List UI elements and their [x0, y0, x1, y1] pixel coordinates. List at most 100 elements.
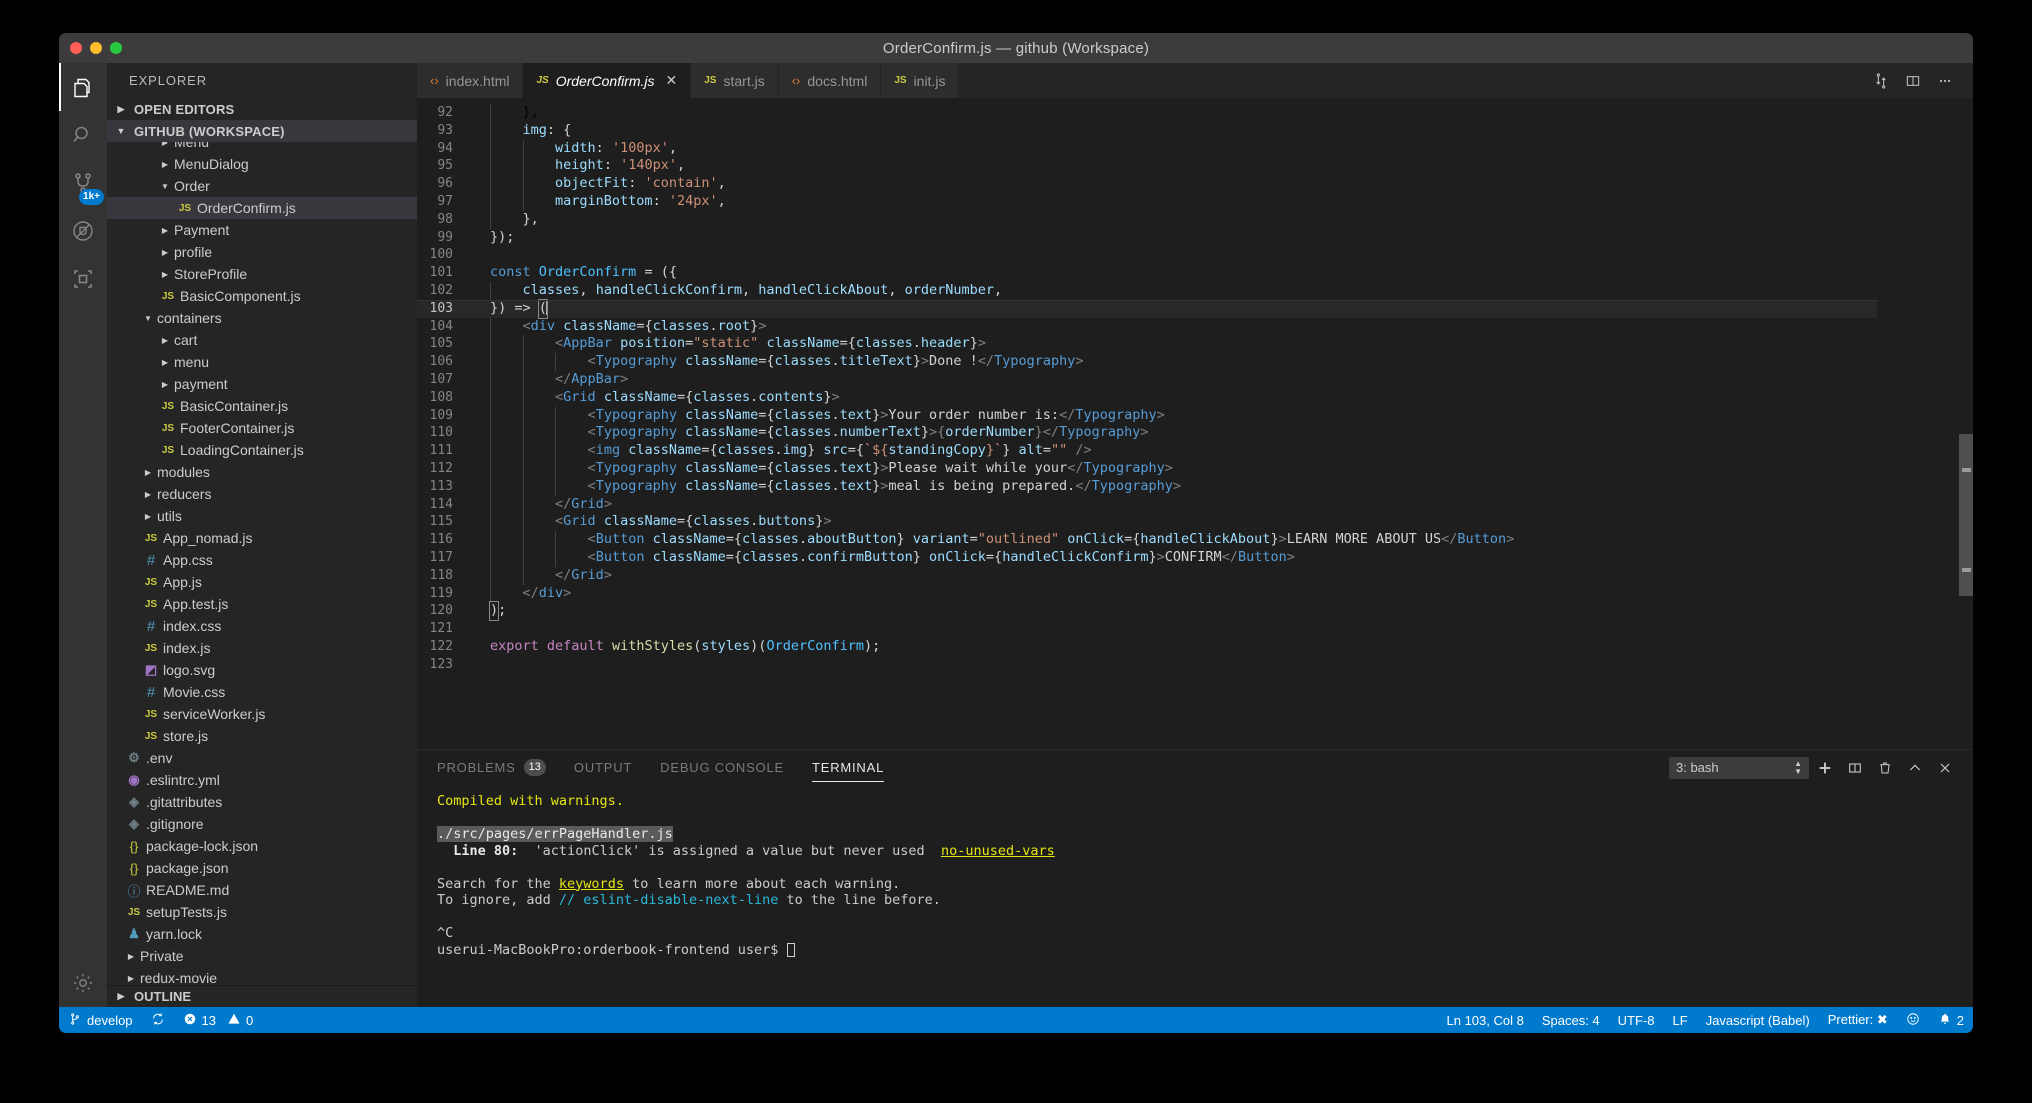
activity-source-control[interactable]: 1k+ — [59, 159, 107, 207]
code-line[interactable]: 94 width: '100px', — [417, 139, 1877, 158]
code-line[interactable]: 111 <img className={classes.img} src={`$… — [417, 442, 1877, 460]
tree-item[interactable]: ▶ profile — [107, 241, 417, 263]
status-feedback[interactable] — [1897, 1007, 1929, 1033]
editor-tabs[interactable]: ‹› index.html JS OrderConfirm.js ✕ JS start.js… — [417, 63, 960, 98]
maximize-panel-icon[interactable] — [1901, 754, 1929, 782]
terminal-selector[interactable]: 3: bash ▲ ▼ — [1669, 756, 1809, 779]
tree-item[interactable]: JS App_nomad.js — [107, 527, 417, 549]
tree-item[interactable]: ▶ Private — [107, 945, 417, 967]
editor-tab[interactable]: ‹› docs.html — [778, 63, 882, 98]
split-terminal-icon[interactable] — [1841, 754, 1869, 782]
tree-item[interactable]: JS FooterContainer.js — [107, 417, 417, 439]
tree-item[interactable]: ⚙ .env — [107, 747, 417, 769]
tree-item[interactable]: {} package.json — [107, 857, 417, 879]
code-line[interactable]: 120); — [417, 601, 1877, 622]
panel-tab[interactable]: PROBLEMS 13 — [437, 750, 546, 785]
activity-explorer[interactable] — [59, 63, 107, 111]
status-eol[interactable]: LF — [1664, 1007, 1697, 1033]
split-editor-icon[interactable] — [1899, 67, 1927, 95]
panel-tabs[interactable]: PROBLEMS 13 OUTPUT DEBUG CONSOLE TERMINAL — [437, 750, 912, 785]
editor-vertical-scrollbar[interactable] — [1959, 98, 1973, 749]
code-editor[interactable]: 92 }, 93 img: {94 width: '100px', 95 heigh… — [417, 98, 1973, 749]
tree-item[interactable]: ▶ menu — [107, 351, 417, 373]
editor-tab[interactable]: JS start.js — [691, 63, 779, 98]
code-line[interactable]: 123 — [417, 656, 1877, 674]
activity-run-and-debug[interactable] — [59, 207, 107, 255]
kill-terminal-icon[interactable] — [1871, 754, 1899, 782]
panel-tab[interactable]: OUTPUT — [574, 750, 632, 785]
code-line[interactable]: 106 <Typography className={classes.title… — [417, 353, 1877, 371]
code-line[interactable]: 122 export default withStyles(styles)(Ord… — [417, 638, 1877, 656]
tree-item[interactable]: ▶ StoreProfile — [107, 263, 417, 285]
tree-item[interactable]: ▼ Order — [107, 175, 417, 197]
code-line[interactable]: 98 }, — [417, 210, 1877, 229]
activity-extensions[interactable] — [59, 255, 107, 303]
tree-item[interactable]: ▶ modules — [107, 461, 417, 483]
code-line[interactable]: 109 <Typography className={classes.text}… — [417, 406, 1877, 425]
code-line[interactable]: 113 <Typography className={classes.text}… — [417, 477, 1877, 496]
code-line[interactable]: 103}) => ( — [417, 298, 1877, 319]
code-line[interactable]: 117 <Button className={classes.confirmBu… — [417, 548, 1877, 567]
editor-tab[interactable]: JS OrderConfirm.js ✕ — [523, 63, 692, 98]
section-github-workspace[interactable]: ▼ GITHUB (WORKSPACE) — [107, 120, 417, 142]
status-language-mode[interactable]: Javascript (Babel) — [1697, 1007, 1819, 1033]
close-tab-icon[interactable]: ✕ — [666, 72, 678, 89]
new-terminal-icon[interactable] — [1811, 754, 1839, 782]
code-lines[interactable]: 92 }, 93 img: {94 width: '100px', 95 heigh… — [417, 98, 1877, 674]
maximize-window-button[interactable] — [110, 42, 122, 54]
tree-item[interactable]: {} package-lock.json — [107, 835, 417, 857]
code-line[interactable]: 114 </Grid> — [417, 495, 1877, 514]
tree-item[interactable]: ♟ yarn.lock — [107, 923, 417, 945]
editor-tab[interactable]: ‹› index.html — [417, 63, 524, 98]
code-line[interactable]: 118 </Grid> — [417, 566, 1877, 585]
tree-item[interactable]: JS serviceWorker.js — [107, 703, 417, 725]
editor-tab[interactable]: JS init.js — [881, 63, 960, 98]
tree-item[interactable]: ▶ redux-movie — [107, 967, 417, 985]
code-line[interactable]: 105 <AppBar position="static" className=… — [417, 335, 1877, 354]
code-line[interactable]: 99}); — [417, 229, 1877, 247]
terminal-output[interactable]: Compiled with warnings. ./src/pages/errP… — [417, 785, 1973, 1007]
tree-item[interactable]: ◈ .gitattributes — [107, 791, 417, 813]
tree-item[interactable]: ▶ reducers — [107, 483, 417, 505]
tree-item[interactable]: ▼ containers — [107, 307, 417, 329]
code-line[interactable]: 115 <Grid className={classes.buttons}> — [417, 513, 1877, 532]
status-prettier[interactable]: Prettier: ✖ — [1819, 1007, 1897, 1033]
code-line[interactable]: 107 </AppBar> — [417, 370, 1877, 389]
code-line[interactable]: 102 classes, handleClickConfirm, handleC… — [417, 281, 1877, 300]
activity-search[interactable] — [59, 111, 107, 159]
file-tree[interactable]: ▶ Menu ▶ MenuDialog ▼ Order JS OrderConfirm.js ▶… — [107, 142, 417, 985]
activity-manage[interactable] — [59, 959, 107, 1007]
status-problems[interactable]: 13 0 — [174, 1007, 263, 1033]
panel-tab[interactable]: DEBUG CONSOLE — [660, 750, 784, 785]
code-line[interactable]: 112 <Typography className={classes.text}… — [417, 459, 1877, 478]
status-encoding[interactable]: UTF-8 — [1609, 1007, 1664, 1033]
code-line[interactable]: 100 — [417, 246, 1877, 264]
code-line[interactable]: 108 <Grid className={classes.contents}> — [417, 388, 1877, 407]
code-line[interactable]: 110 <Typography className={classes.numbe… — [417, 424, 1877, 443]
code-line[interactable]: 95 height: '140px', — [417, 157, 1877, 176]
tree-item[interactable]: # index.css — [107, 615, 417, 637]
tree-item[interactable]: JS App.js — [107, 571, 417, 593]
code-line[interactable]: 101 const OrderConfirm = ({ — [417, 264, 1877, 282]
code-line[interactable]: 121 — [417, 620, 1877, 638]
section-outline[interactable]: ▶ OUTLINE — [107, 985, 417, 1007]
window-controls[interactable] — [59, 42, 122, 54]
status-sync[interactable] — [142, 1007, 174, 1033]
code-line[interactable]: 104 <div className={classes.root}> — [417, 317, 1877, 336]
tree-item[interactable]: ▶ utils — [107, 505, 417, 527]
tree-item[interactable]: ▶ Menu — [107, 142, 417, 153]
section-open-editors[interactable]: ▶ OPEN EDITORS — [107, 98, 417, 120]
code-line[interactable]: 97 marginBottom: '24px', — [417, 192, 1877, 211]
tree-item[interactable]: JS BasicContainer.js — [107, 395, 417, 417]
minimize-window-button[interactable] — [90, 42, 102, 54]
tree-item[interactable]: ◉ .eslintrc.yml — [107, 769, 417, 791]
tree-item[interactable]: # Movie.css — [107, 681, 417, 703]
tree-item[interactable]: JS LoadingContainer.js — [107, 439, 417, 461]
tree-item[interactable]: ▶ Payment — [107, 219, 417, 241]
close-panel-icon[interactable] — [1931, 754, 1959, 782]
close-window-button[interactable] — [70, 42, 82, 54]
tree-item[interactable]: JS App.test.js — [107, 593, 417, 615]
code-line[interactable]: 96 objectFit: 'contain', — [417, 175, 1877, 193]
minimap[interactable] — [1877, 98, 1973, 749]
tree-item[interactable]: JS store.js — [107, 725, 417, 747]
